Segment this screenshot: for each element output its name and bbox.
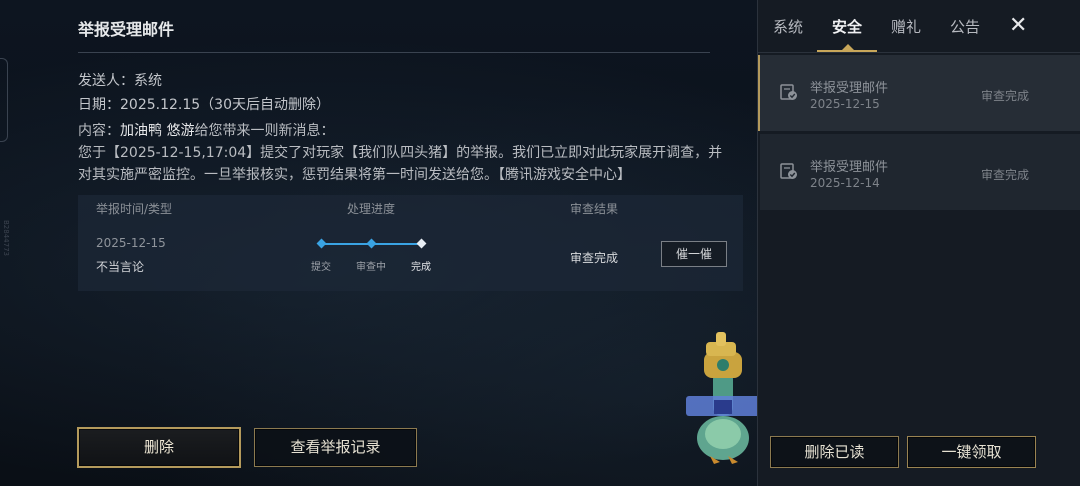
step-review: 审查中 [356,262,386,273]
mail-title: 举报受理邮件 [78,20,175,39]
side-handle[interactable] [0,58,8,142]
report-type: 不当言论 [96,260,145,274]
mail-check-icon [780,163,797,179]
progress-dot-done [416,238,427,249]
mail-list-item[interactable]: 举报受理邮件 2025-12-15 审查完成 [758,55,1080,131]
mail-item-title: 举报受理邮件 [810,160,889,175]
mail-detail-panel: 举报受理邮件 发送人：系统 日期：2025.12.15（30天后自动删除） 内容… [60,0,755,486]
header-time-type: 举报时间/类型 [96,202,173,216]
header-result: 审查结果 [570,202,619,216]
report-date: 2025-12-15 [96,236,166,250]
category-tabs: 系统 安全 赠礼 公告 ✕ [758,0,1080,53]
tab-system[interactable]: 系统 [773,16,803,37]
duck-mascot-image [686,332,760,464]
content-user: 加油鸭 悠游 [120,123,195,139]
mail-item-status: 审查完成 [981,168,1030,182]
step-submit: 提交 [311,262,331,273]
mail-item-date: 2025-12-15 [810,97,880,111]
header-progress: 处理进度 [347,202,396,216]
delete-button[interactable]: 删除 [77,427,241,468]
urge-button[interactable]: 催一催 [661,241,727,267]
tab-gift[interactable]: 赠礼 [891,16,921,37]
content-rest: 给您带来一则新消息： [194,123,335,139]
review-result: 审查完成 [570,251,619,265]
mail-content: 内容：加油鸭 悠游给您带来一则新消息： 您于【2025-12-15,17:04】… [78,120,730,186]
step-done: 完成 [411,262,431,273]
content-prefix: 内容： [78,123,120,139]
mail-sender: 发送人：系统 [78,73,162,89]
mail-date: 日期：2025.12.15（30天后自动删除） [78,97,330,113]
report-table: 举报时间/类型 处理进度 审查结果 2025-12-15 不当言论 提交 审查中… [78,195,743,291]
mail-item-title: 举报受理邮件 [810,81,889,96]
side-code: B2844773 [2,220,10,256]
mail-check-icon [780,84,797,100]
mail-item-status: 审查完成 [981,89,1030,103]
content-body: 您于【2025-12-15,17:04】提交了对玩家【我们队四头猪】的举报。我们… [78,145,723,183]
claim-all-button[interactable]: 一键领取 [907,436,1036,468]
mail-list-item[interactable]: 举报受理邮件 2025-12-14 审查完成 [760,134,1080,210]
delete-read-button[interactable]: 删除已读 [770,436,899,468]
tab-announcement[interactable]: 公告 [950,16,980,37]
progress-dot-review [366,238,377,249]
close-icon[interactable]: ✕ [1009,13,1027,38]
mail-item-date: 2025-12-14 [810,176,880,190]
active-tab-underline [817,50,877,52]
tab-security[interactable]: 安全 [832,16,862,37]
view-records-button[interactable]: 查看举报记录 [254,428,417,467]
progress-dot-submit [316,238,327,249]
mail-sidebar: 系统 安全 赠礼 公告 ✕ 举报受理邮件 2025-12-15 审查完成 举报受… [757,0,1080,486]
title-divider [78,52,710,53]
